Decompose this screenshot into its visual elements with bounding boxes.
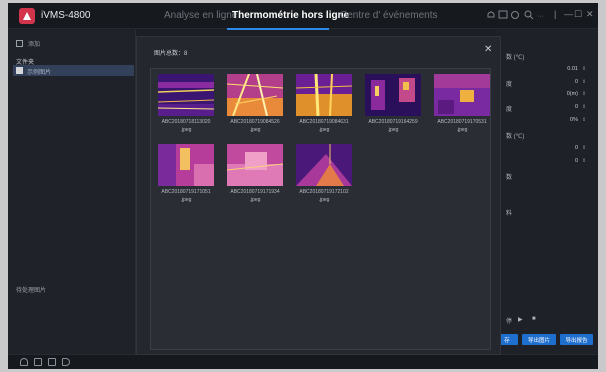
- minimize-button[interactable]: —: [564, 9, 573, 19]
- spinner-icon[interactable]: ⇕: [582, 158, 586, 164]
- stop-icon[interactable]: ■: [532, 316, 536, 322]
- rp-value-8[interactable]: 0: [518, 158, 578, 164]
- folder-item-label: 示例图片: [27, 70, 52, 76]
- add-label: 添加: [28, 42, 41, 48]
- export-report-button[interactable]: 导出报告: [560, 334, 593, 345]
- thermal-image[interactable]: [227, 144, 283, 186]
- thumbnail-name: ABC20180719164259: [368, 119, 418, 125]
- bell-icon[interactable]: [20, 358, 28, 366]
- maximize-button[interactable]: ☐: [574, 9, 582, 20]
- tab-event-center[interactable]: Centre d' événements: [340, 10, 438, 21]
- thumbnail-name: ABC20180719172102: [299, 189, 349, 195]
- active-tab-indicator: [227, 28, 329, 30]
- spinner-icon[interactable]: ⇕: [582, 91, 586, 97]
- bell-icon: [487, 11, 495, 18]
- thermal-image[interactable]: [434, 74, 490, 116]
- thermal-image[interactable]: [296, 74, 352, 116]
- spinner-icon[interactable]: ⇕: [582, 145, 586, 151]
- bottom-status-bar: [8, 354, 598, 369]
- thermal-image[interactable]: [227, 74, 283, 116]
- spinner-icon[interactable]: ⇕: [582, 104, 586, 110]
- thumbnail-ext: .jpeg: [387, 127, 399, 133]
- app-window: iVMS-4800 Analyse en ligne Thermométrie …: [8, 3, 598, 369]
- tab-offline-thermometry[interactable]: Thermométrie hors ligne: [232, 10, 349, 21]
- thumbnail-name: ABC20180719171051: [161, 189, 211, 195]
- rp-label-6: 数 (℃): [506, 134, 525, 140]
- thumbnail-ext: .jpeg: [456, 127, 468, 133]
- thumbnail-ext: .jpeg: [180, 127, 192, 133]
- thumbnail-ext: .jpeg: [318, 197, 330, 203]
- play-icon[interactable]: ▶: [518, 316, 523, 323]
- spinner-icon[interactable]: ⇕: [582, 79, 586, 85]
- monitor-icon[interactable]: [48, 358, 56, 366]
- rp-value-1[interactable]: 0.01: [518, 66, 578, 72]
- thumbnail-ext: .jpeg: [249, 197, 261, 203]
- thumbnail-ext: .jpeg: [249, 127, 261, 133]
- thermal-image[interactable]: [158, 144, 214, 186]
- folder-checkbox[interactable]: [16, 67, 23, 74]
- more-icon: ···: [537, 13, 544, 20]
- thumbnail-name: ABC20180719084526: [230, 119, 280, 125]
- folder-item[interactable]: 示例图片: [13, 65, 134, 76]
- add-folder-button[interactable]: 添加: [16, 39, 40, 48]
- monitor-icon: [498, 10, 508, 19]
- thumbnail-name: ABC20180718113020: [161, 119, 211, 125]
- rp-value-4[interactable]: 0: [518, 104, 578, 110]
- thumbnail-grid: ABC20180718113020 .jpeg ABC2018071908452…: [150, 68, 491, 350]
- pending-images-label: 待处理图片: [16, 288, 47, 294]
- speaker-icon[interactable]: [62, 358, 70, 366]
- app-logo-icon: [19, 8, 35, 24]
- close-button[interactable]: ✕: [586, 9, 594, 20]
- rp-label-9: 数: [506, 175, 513, 181]
- thumbnail-ext: .jpeg: [180, 197, 192, 203]
- rp-label-2: 度: [506, 82, 513, 88]
- rp-value-5[interactable]: 0%: [518, 117, 578, 123]
- dialog-title: 图片总数：8: [154, 51, 188, 57]
- image-picker-dialog: 图片总数：8 ✕ ABC20180718113020 .jpeg ABC2018…: [136, 36, 501, 355]
- rp-label-4: 度: [506, 107, 513, 113]
- dialog-close-button[interactable]: ✕: [484, 44, 492, 55]
- separator: |: [554, 9, 557, 19]
- thumbnail-name: ABC20180719084631: [299, 119, 349, 125]
- search-handle: [529, 15, 534, 20]
- thermal-image[interactable]: [365, 74, 421, 116]
- thumbnail-name: ABC20180719170531: [437, 119, 487, 125]
- add-icon: [16, 40, 23, 47]
- rp-value-2[interactable]: 0: [518, 79, 578, 85]
- rp-label-0: 数 (℃): [506, 55, 525, 61]
- tab-online-analysis[interactable]: Analyse en ligne: [164, 10, 237, 21]
- export-image-button[interactable]: 导出图片: [522, 334, 556, 345]
- app-name: iVMS-4800: [41, 10, 91, 21]
- thermal-image[interactable]: [296, 144, 352, 186]
- left-panel: 添加 文件夹 示例图片 待处理图片: [8, 30, 136, 354]
- thumbnail-ext: .jpeg: [318, 127, 330, 133]
- rp-value-3[interactable]: 0(m): [518, 91, 578, 97]
- document-icon[interactable]: [34, 358, 42, 366]
- rp-value-7[interactable]: 0: [518, 145, 578, 151]
- right-panel: 数 (℃) 0.01 度 0 0(m) 度 0 0% 数 (℃) 0 0 数 ⇕…: [496, 30, 598, 354]
- thermal-image[interactable]: [158, 74, 214, 116]
- toolbar-icons: ···: [487, 10, 544, 20]
- spinner-icon[interactable]: ⇕: [582, 117, 586, 123]
- playback-label: 停: [506, 319, 513, 325]
- thumbnail-name: ABC20180719171934: [230, 189, 280, 195]
- rp-section-label: 料: [506, 211, 513, 217]
- gear-icon: [511, 11, 519, 19]
- title-bar: iVMS-4800 Analyse en ligne Thermométrie …: [8, 3, 598, 30]
- spinner-icon[interactable]: ⇕: [582, 66, 586, 72]
